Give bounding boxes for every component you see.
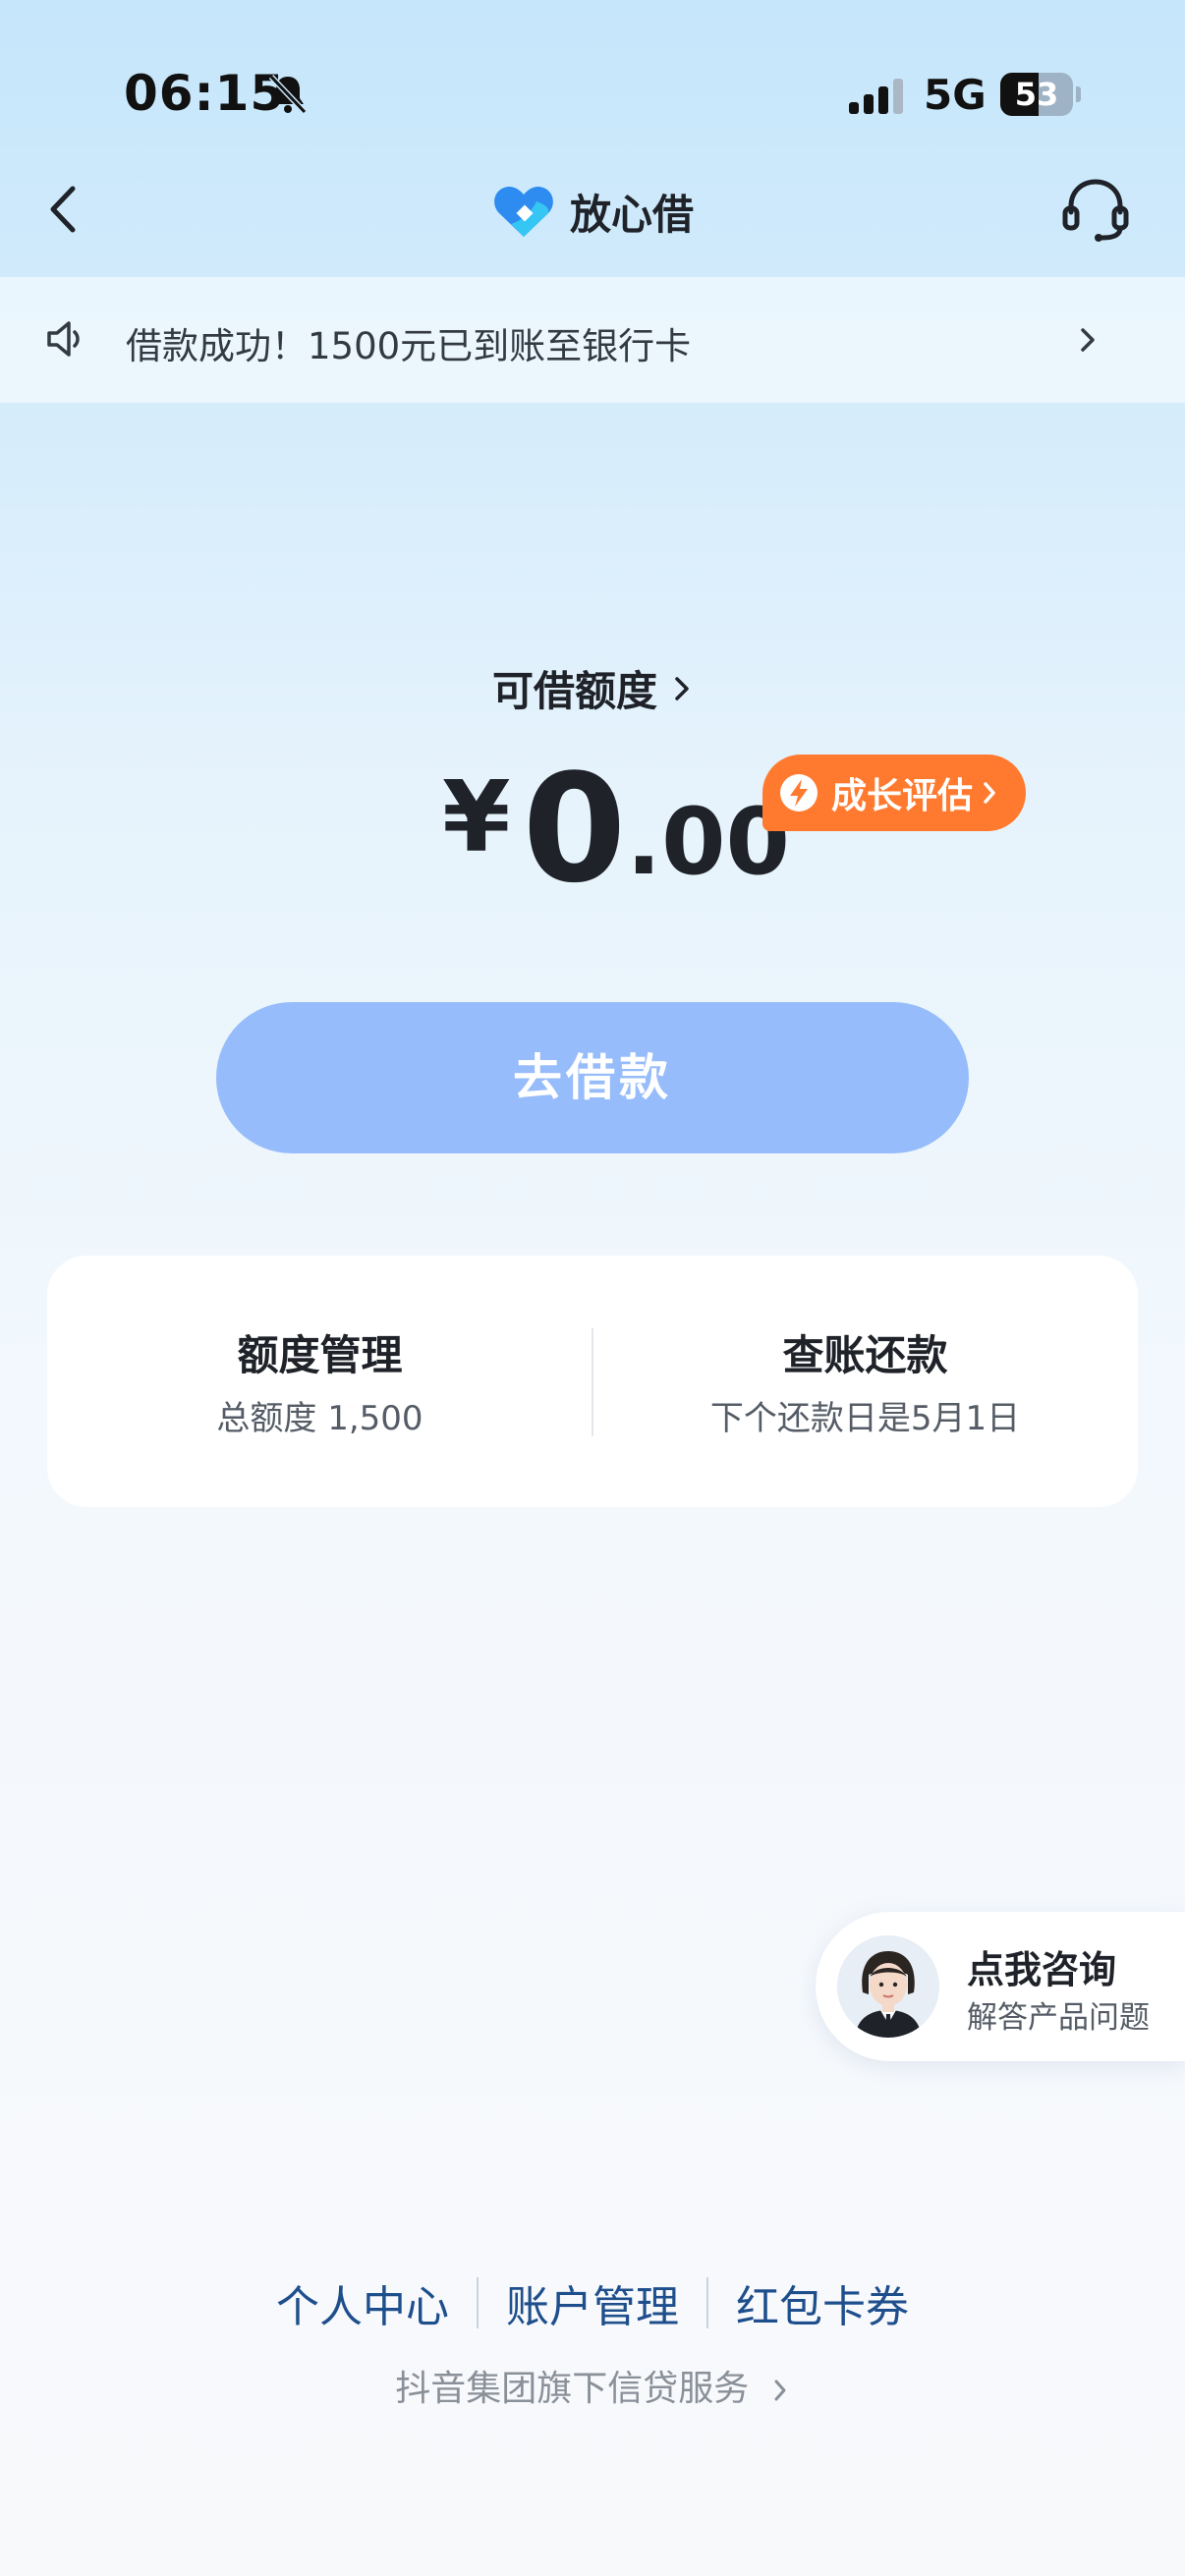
speaker-icon (47, 321, 80, 357)
credit-label-row: 可借额度 (0, 658, 1185, 718)
footer-service-text: 抖音集团旗下信贷服务 (395, 2369, 750, 2409)
borrow-button[interactable]: 去借款 (216, 1002, 969, 1153)
chevron-right-icon (774, 2380, 786, 2401)
network-label: 5G (924, 71, 987, 119)
notice-bar[interactable]: 借款成功！1500元已到账至银行卡 (0, 277, 1185, 403)
consult-subtitle: 解答产品问题 (967, 2000, 1150, 2036)
repayment-button[interactable]: 查账还款 下个还款日是5月1日 (592, 1256, 1138, 1507)
notice-text: 借款成功！1500元已到账至银行卡 (126, 325, 692, 367)
currency-symbol: ¥ (442, 759, 511, 874)
total-credit: 总额度 1,500 (216, 1399, 423, 1438)
account-management-link[interactable]: 账户管理 (506, 2271, 679, 2334)
growth-badge-label: 成长评估 (831, 776, 974, 816)
lightning-icon (780, 774, 818, 812)
chevron-right-icon (1081, 328, 1095, 352)
next-repayment-date: 下个还款日是5月1日 (709, 1399, 1021, 1438)
account-card: 额度管理 总额度 1,500 查账还款 下个还款日是5月1日 (47, 1256, 1138, 1507)
chevron-right-icon (984, 782, 995, 804)
status-time: 06:15 (124, 65, 286, 122)
consult-title: 点我咨询 (967, 1948, 1117, 1991)
credit-management-button[interactable]: 额度管理 总额度 1,500 (47, 1256, 592, 1507)
bell-off-icon (268, 74, 308, 115)
chevron-right-icon (675, 676, 689, 700)
signal-icon (849, 79, 903, 114)
back-icon[interactable] (39, 175, 88, 244)
credit-label: 可借额度 (491, 667, 657, 715)
divider (706, 2277, 708, 2328)
coupons-link[interactable]: 红包卡券 (736, 2271, 909, 2334)
credit-label-link[interactable]: 可借额度 (492, 658, 693, 718)
headset-icon[interactable] (1059, 173, 1132, 246)
credit-management-title: 额度管理 (237, 1331, 403, 1379)
logo-icon (494, 186, 553, 237)
brand: 放心借 (491, 177, 694, 246)
amount-integer: 0 (522, 742, 627, 916)
footer-links: 个人中心 账户管理 红包卡券 (0, 2271, 1185, 2334)
avatar (837, 1935, 939, 2038)
repayment-title: 查账还款 (782, 1331, 948, 1379)
credit-amount: ¥0.00 (442, 742, 790, 916)
consult-button[interactable]: 点我咨询 解答产品问题 (816, 1912, 1185, 2061)
battery-level: 53 (1014, 76, 1059, 113)
page-title: 放心借 (570, 190, 695, 239)
divider (477, 2277, 479, 2328)
battery-icon: 53 (1000, 73, 1081, 116)
growth-badge[interactable]: 成长评估 (762, 755, 1026, 831)
footer-service-link[interactable]: 抖音集团旗下信贷服务 (0, 2360, 1185, 2411)
personal-center-link[interactable]: 个人中心 (276, 2271, 449, 2334)
nav-bar: 放心借 (0, 147, 1185, 275)
